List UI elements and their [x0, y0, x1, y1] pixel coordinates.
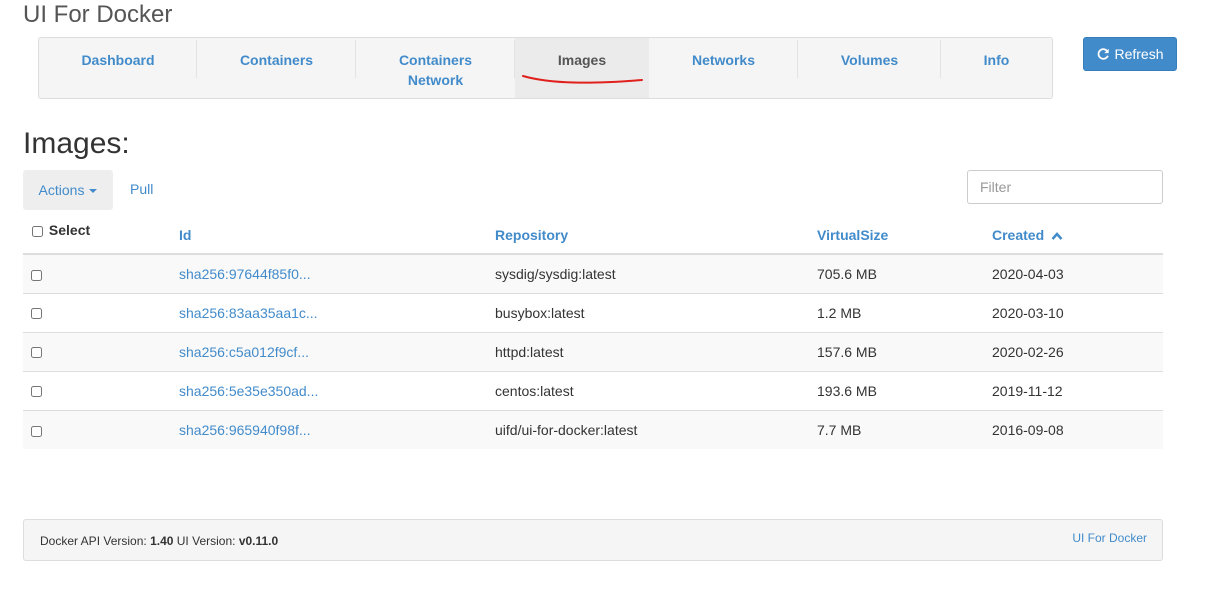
nav-item-label: Info — [983, 52, 1010, 68]
virtualsize-cell: 705.6 MB — [817, 254, 992, 293]
main-nav: Dashboard Containers Containers Network … — [38, 37, 1053, 99]
filter-input[interactable] — [967, 170, 1163, 204]
row-checkbox[interactable] — [31, 269, 42, 281]
row-checkbox[interactable] — [31, 386, 42, 398]
virtualsize-cell: 157.6 MB — [817, 331, 992, 371]
refresh-icon — [1098, 48, 1110, 60]
repository-column-header[interactable]: Repository — [495, 214, 817, 255]
api-version-label: Docker API Version: — [40, 534, 147, 548]
created-cell: 2020-02-26 — [992, 331, 1163, 371]
virtualsize-cell: 193.6 MB — [817, 370, 992, 410]
nav-item-label: Networks — [691, 52, 756, 68]
virtualsize-header-label: VirtualSize — [817, 227, 889, 243]
id-cell: sha256:5e35e350ad... — [179, 370, 495, 410]
virtualsize-cell: 7.7 MB — [817, 409, 992, 449]
nav-item-images[interactable]: Images — [515, 38, 649, 98]
nav-item-label: Volumes — [840, 52, 899, 68]
select-cell — [23, 254, 179, 293]
image-id-link[interactable]: sha256:5e35e350ad... — [179, 383, 318, 399]
table-row: sha256:83aa35aa1c... busybox:latest 1.2 … — [23, 292, 1163, 332]
repository-cell: centos:latest — [495, 370, 817, 410]
table-header-row: Select Id Repository VirtualSize Created — [23, 214, 1163, 255]
image-id-link[interactable]: sha256:965940f98f... — [179, 422, 311, 438]
created-cell: 2019-11-12 — [992, 370, 1163, 410]
created-column-header[interactable]: Created — [992, 214, 1163, 255]
nav-item-label: Containers — [239, 52, 314, 68]
created-cell: 2020-03-10 — [992, 292, 1163, 332]
row-checkbox[interactable] — [31, 347, 42, 359]
created-cell: 2020-04-03 — [992, 254, 1163, 293]
api-version-value: 1.40 — [150, 534, 174, 548]
refresh-label: Refresh — [1114, 46, 1164, 62]
virtualsize-column-header[interactable]: VirtualSize — [817, 214, 992, 255]
nav-item-dashboard[interactable]: Dashboard — [39, 38, 197, 98]
select-column-header: Select — [23, 214, 179, 255]
table-row: sha256:c5a012f9cf... httpd:latest 157.6 … — [23, 331, 1163, 371]
select-header-label: Select — [48, 222, 91, 238]
id-header-label: Id — [179, 227, 192, 243]
created-header-label: Created — [992, 227, 1045, 243]
image-id-link[interactable]: sha256:c5a012f9cf... — [179, 344, 309, 360]
select-cell — [23, 409, 179, 449]
id-cell: sha256:c5a012f9cf... — [179, 331, 495, 371]
footer-brand-link[interactable]: UI For Docker — [1072, 531, 1147, 545]
nav-item-networks[interactable]: Networks — [649, 38, 798, 98]
images-table: Select Id Repository VirtualSize Created… — [23, 214, 1163, 449]
id-column-header[interactable]: Id — [179, 214, 495, 255]
image-id-link[interactable]: sha256:97644f85f0... — [179, 266, 311, 282]
footer-version-info: Docker API Version: 1.40 UI Version: v0.… — [40, 534, 278, 548]
repository-cell: busybox:latest — [495, 292, 817, 332]
virtualsize-cell: 1.2 MB — [817, 292, 992, 332]
image-id-link[interactable]: sha256:83aa35aa1c... — [179, 305, 318, 321]
id-cell: sha256:97644f85f0... — [179, 254, 495, 293]
repository-cell: httpd:latest — [495, 331, 817, 371]
repository-cell: sysdig/sysdig:latest — [495, 254, 817, 293]
actions-label: Actions — [38, 182, 85, 198]
repository-cell: uifd/ui-for-docker:latest — [495, 409, 817, 449]
nav-item-volumes[interactable]: Volumes — [798, 38, 941, 98]
select-cell — [23, 370, 179, 410]
created-cell: 2016-09-08 — [992, 409, 1163, 449]
footer: Docker API Version: 1.40 UI Version: v0.… — [23, 519, 1163, 561]
nav-item-label: Containers Network — [398, 52, 473, 88]
select-cell — [23, 331, 179, 371]
refresh-button[interactable]: Refresh — [1083, 37, 1177, 71]
page-title: Images: — [23, 127, 130, 160]
nav-item-containers-network[interactable]: Containers Network — [356, 38, 515, 98]
row-checkbox[interactable] — [31, 425, 42, 437]
chevron-up-icon — [1051, 232, 1063, 241]
ui-version-value: v0.11.0 — [238, 534, 279, 548]
id-cell: sha256:965940f98f... — [179, 409, 495, 449]
table-row: sha256:97644f85f0... sysdig/sysdig:lates… — [23, 254, 1163, 293]
nav-item-label: Dashboard — [81, 52, 155, 68]
app-title: UI For Docker — [23, 1, 173, 28]
row-checkbox[interactable] — [31, 308, 42, 320]
select-cell — [23, 292, 179, 332]
ui-version-label: UI Version: — [176, 534, 236, 548]
table-row: sha256:5e35e350ad... centos:latest 193.6… — [23, 370, 1163, 410]
actions-dropdown-button[interactable]: Actions — [23, 170, 113, 210]
pull-link[interactable]: Pull — [130, 181, 153, 197]
select-all-checkbox[interactable] — [32, 225, 43, 237]
nav-item-label: Images — [557, 52, 607, 68]
caret-down-icon — [89, 189, 98, 193]
nav-item-containers[interactable]: Containers — [197, 38, 356, 98]
nav-item-info[interactable]: Info — [941, 38, 1052, 98]
annotation-underline — [522, 75, 643, 84]
id-cell: sha256:83aa35aa1c... — [179, 292, 495, 332]
table-row: sha256:965940f98f... uifd/ui-for-docker:… — [23, 409, 1163, 449]
repository-header-label: Repository — [495, 227, 569, 243]
